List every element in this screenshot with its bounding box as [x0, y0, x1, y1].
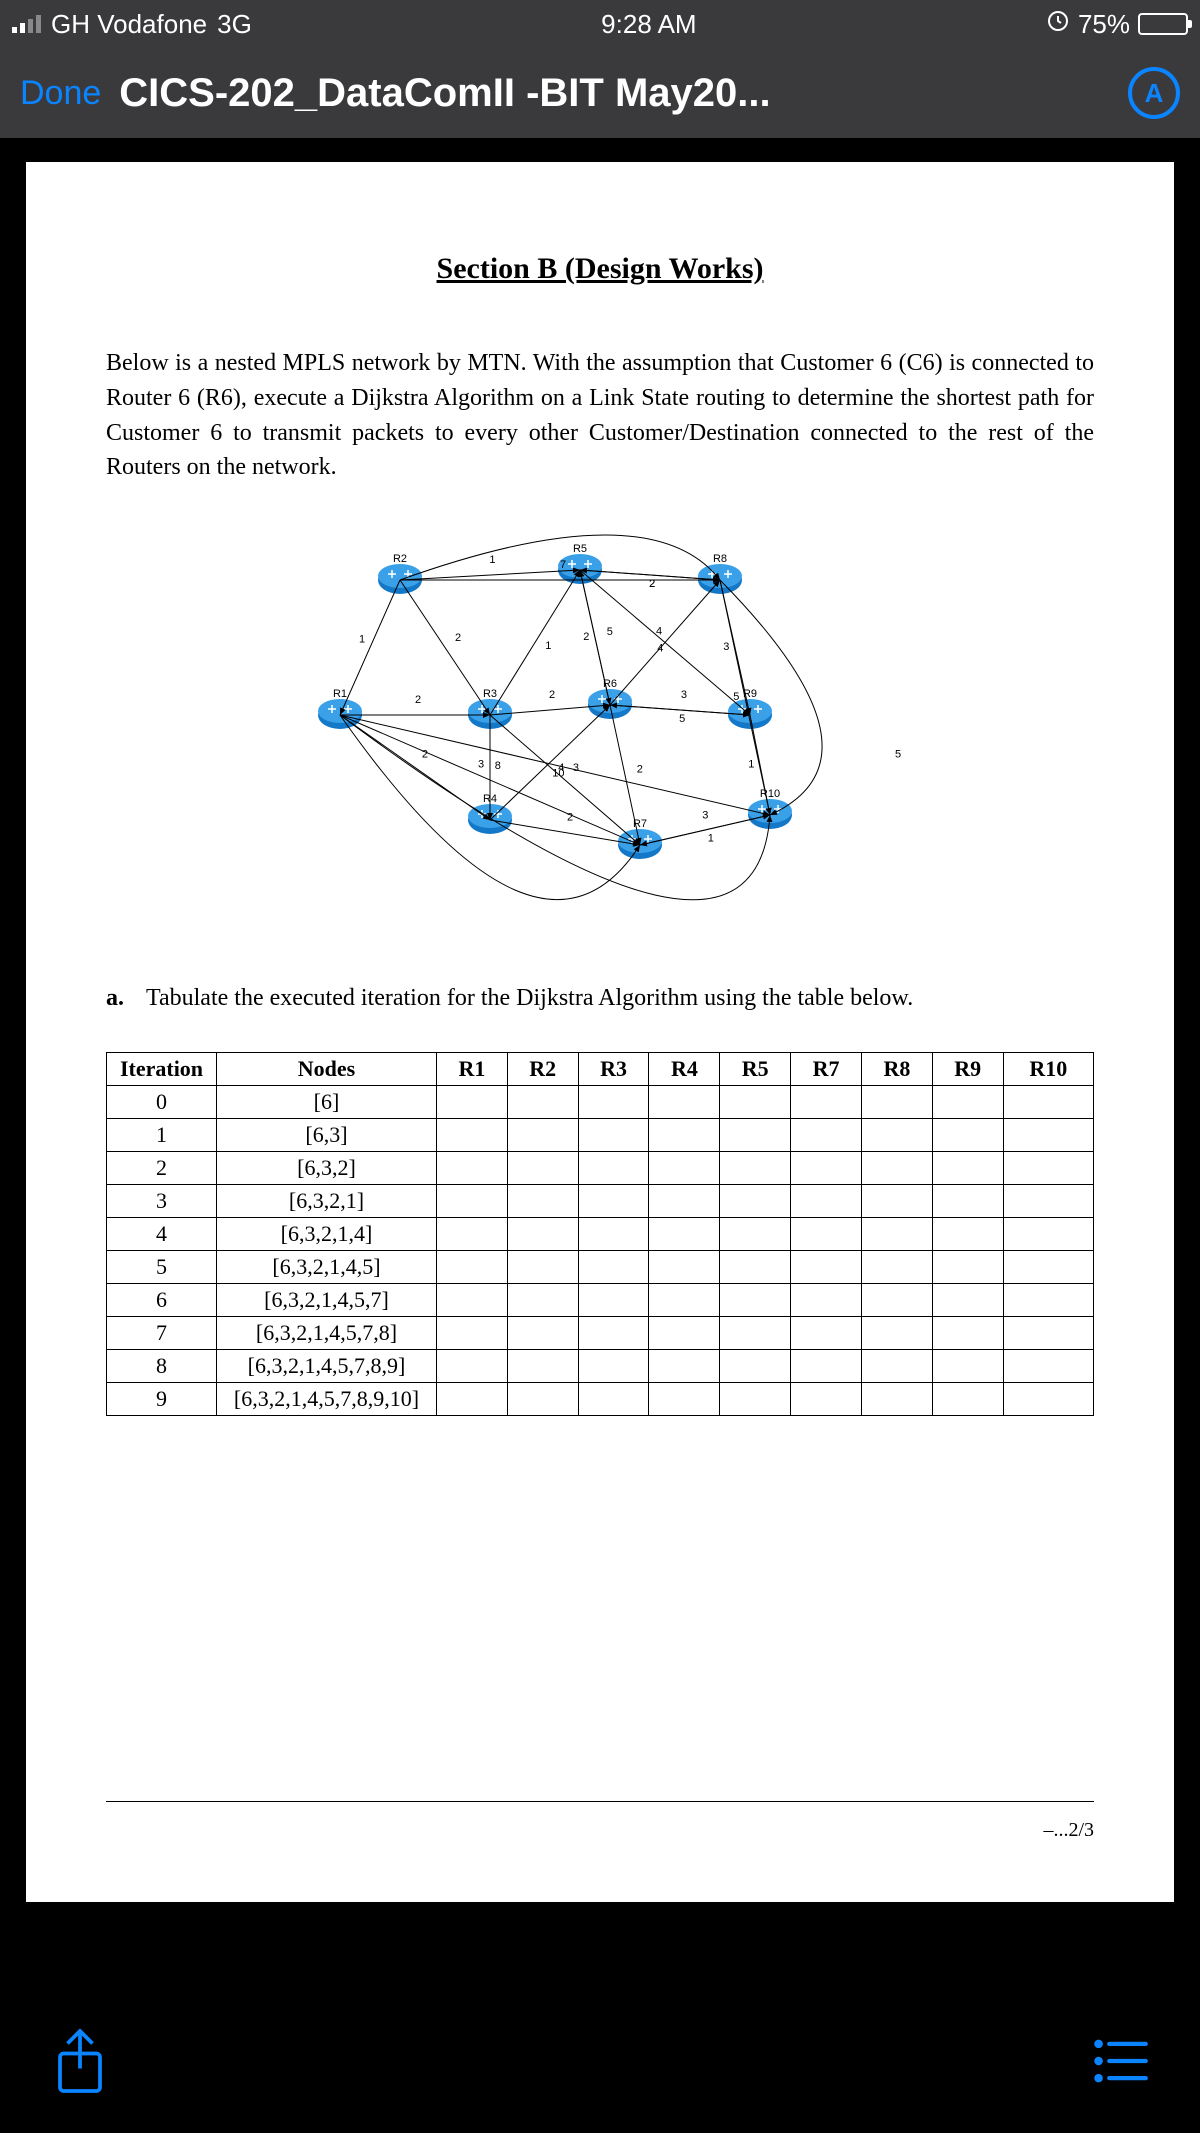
svg-text:5: 5 [607, 626, 613, 638]
bottom-toolbar [0, 1993, 1200, 2133]
table-header: Nodes [217, 1053, 437, 1086]
status-time: 9:28 AM [601, 9, 696, 40]
markup-badge-icon[interactable]: A [1128, 67, 1180, 119]
battery-percent: 75% [1078, 9, 1130, 40]
table-header: Iteration [107, 1053, 217, 1086]
section-title: Section B (Design Works) [106, 252, 1094, 286]
signal-icon [12, 15, 41, 33]
table-row: 6[6,3,2,1,4,5,7] [107, 1284, 1094, 1317]
dijkstra-table: IterationNodesR1R2R3R4R5R7R8R9R10 0[6]1[… [106, 1052, 1094, 1416]
table-header: R3 [578, 1053, 649, 1086]
svg-text:8: 8 [495, 760, 501, 772]
svg-text:R6: R6 [603, 678, 617, 690]
svg-text:2: 2 [549, 689, 555, 701]
svg-text:1: 1 [545, 640, 551, 652]
svg-text:R9: R9 [743, 688, 757, 700]
table-row: 5[6,3,2,1,4,5] [107, 1251, 1094, 1284]
table-row: 1[6,3] [107, 1119, 1094, 1152]
status-bar: GH Vodafone 3G 9:28 AM 75% [0, 0, 1200, 48]
document-page: Section B (Design Works) Below is a nest… [26, 162, 1174, 1902]
table-header: R4 [649, 1053, 720, 1086]
svg-text:1: 1 [748, 759, 754, 771]
svg-text:2: 2 [415, 694, 421, 706]
svg-text:R4: R4 [483, 793, 497, 805]
list-icon[interactable] [1090, 2026, 1150, 2101]
nav-bar: Done CICS-202_DataComII -BIT May20... A [0, 48, 1200, 138]
table-header: R8 [861, 1053, 932, 1086]
svg-text:2: 2 [637, 764, 643, 776]
svg-text:2: 2 [583, 631, 589, 643]
network-diagram: 1221212243312123243425537581078105 R1R2R… [280, 515, 920, 945]
svg-text:5: 5 [679, 713, 685, 725]
svg-text:R5: R5 [573, 543, 587, 555]
question-a: a. Tabulate the executed iteration for t… [106, 985, 1094, 1012]
svg-text:3: 3 [681, 689, 687, 701]
svg-text:3: 3 [478, 759, 484, 771]
table-header: R5 [720, 1053, 791, 1086]
question-a-text: Tabulate the executed iteration for the … [146, 985, 913, 1012]
svg-text:10: 10 [552, 768, 564, 780]
svg-text:2: 2 [455, 632, 461, 644]
share-icon[interactable] [50, 2026, 110, 2101]
table-header: R10 [1003, 1053, 1093, 1086]
svg-text:R8: R8 [713, 553, 727, 565]
table-header: R1 [437, 1053, 508, 1086]
table-row: 0[6] [107, 1086, 1094, 1119]
svg-text:4: 4 [657, 643, 663, 655]
page-number: –...2/3 [1043, 1819, 1094, 1842]
table-row: 9[6,3,2,1,4,5,7,8,9,10] [107, 1383, 1094, 1416]
battery-icon [1138, 13, 1188, 35]
svg-text:1: 1 [359, 634, 365, 646]
table-header: R9 [932, 1053, 1003, 1086]
svg-text:R10: R10 [760, 788, 780, 800]
svg-text:R1: R1 [333, 688, 347, 700]
network-type: 3G [217, 9, 252, 40]
svg-text:R2: R2 [393, 553, 407, 565]
svg-text:3: 3 [573, 762, 579, 774]
svg-text:1: 1 [708, 833, 714, 845]
svg-text:1: 1 [489, 554, 495, 566]
document-title: CICS-202_DataComII -BIT May20... [119, 71, 1110, 116]
svg-text:R3: R3 [483, 688, 497, 700]
document-viewport[interactable]: Section B (Design Works) Below is a nest… [0, 138, 1200, 1912]
status-right: 75% [1046, 9, 1188, 40]
svg-text:R7: R7 [633, 818, 647, 830]
table-row: 2[6,3,2] [107, 1152, 1094, 1185]
table-row: 4[6,3,2,1,4] [107, 1218, 1094, 1251]
svg-text:3: 3 [723, 641, 729, 653]
svg-text:5: 5 [733, 691, 739, 703]
table-row: 3[6,3,2,1] [107, 1185, 1094, 1218]
table-header: R7 [791, 1053, 862, 1086]
carrier-name: GH Vodafone [51, 9, 207, 40]
page-divider [106, 1801, 1094, 1802]
svg-text:3: 3 [702, 809, 708, 821]
done-button[interactable]: Done [20, 74, 101, 113]
rotation-lock-icon [1046, 9, 1070, 40]
svg-text:7: 7 [560, 559, 566, 571]
question-a-number: a. [106, 985, 130, 1012]
svg-text:5: 5 [895, 749, 901, 761]
table-header: R2 [507, 1053, 578, 1086]
table-row: 7[6,3,2,1,4,5,7,8] [107, 1317, 1094, 1350]
table-row: 8[6,3,2,1,4,5,7,8,9] [107, 1350, 1094, 1383]
status-left: GH Vodafone 3G [12, 9, 252, 40]
intro-paragraph: Below is a nested MPLS network by MTN. W… [106, 346, 1094, 485]
viewport-gap [0, 1912, 1200, 1992]
